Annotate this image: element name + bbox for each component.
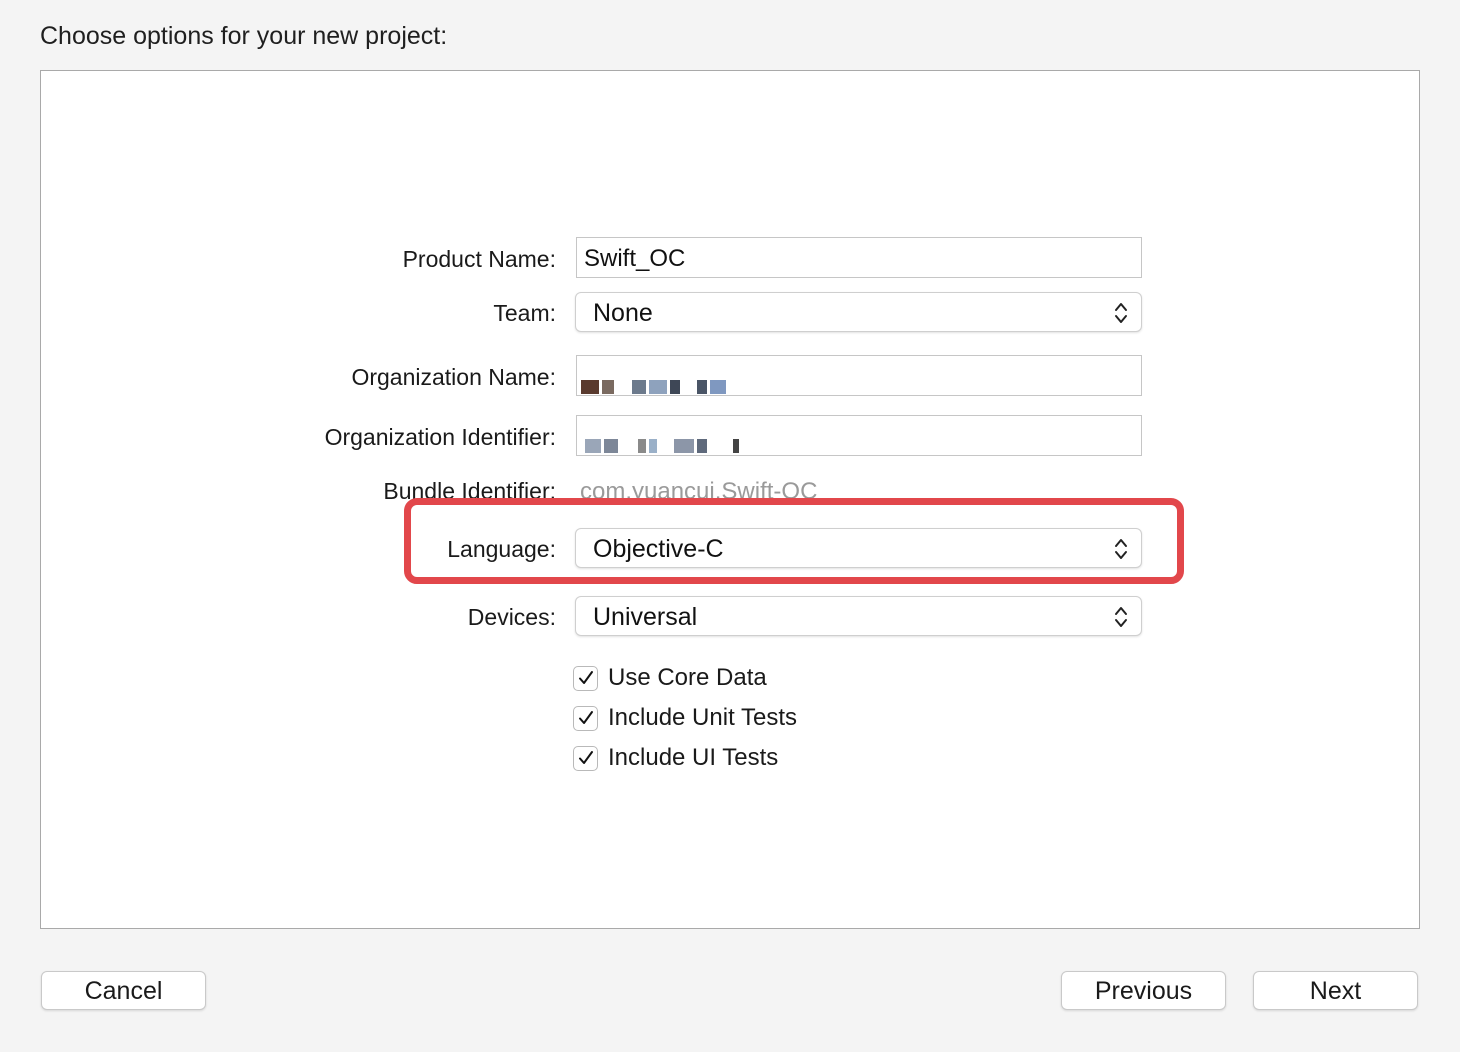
- use-core-data-label: Use Core Data: [608, 664, 767, 691]
- next-button[interactable]: Next: [1253, 971, 1418, 1010]
- checkmark-icon: [578, 711, 593, 724]
- up-down-chevron-icon: [1115, 303, 1127, 323]
- product-name-field[interactable]: Swift_OC: [576, 237, 1142, 278]
- organization-identifier-label: Organization Identifier:: [324, 424, 556, 450]
- use-core-data-option[interactable]: Use Core Data: [573, 663, 767, 693]
- organization-name-redacted: [581, 372, 729, 400]
- bundle-identifier-label: Bundle Identifier:: [383, 478, 556, 504]
- previous-button[interactable]: Previous: [1061, 971, 1226, 1010]
- devices-popup[interactable]: Universal: [575, 596, 1142, 636]
- language-popup[interactable]: Objective-C: [575, 528, 1142, 568]
- bundle-identifier-value: com.yuancui.Swift-OC: [580, 478, 818, 505]
- product-name-label: Product Name:: [402, 246, 556, 272]
- team-value: None: [593, 299, 653, 327]
- devices-value: Universal: [593, 603, 698, 631]
- page-heading: Choose options for your new project:: [40, 22, 448, 50]
- up-down-chevron-icon: [1115, 539, 1127, 559]
- devices-label: Devices:: [467, 604, 556, 630]
- cancel-button[interactable]: Cancel: [41, 971, 206, 1010]
- checkmark-icon: [578, 751, 593, 764]
- include-ui-tests-checkbox[interactable]: [573, 745, 598, 771]
- include-unit-tests-label: Include Unit Tests: [608, 704, 797, 731]
- include-ui-tests-option[interactable]: Include UI Tests: [573, 743, 778, 773]
- organization-identifier-redacted: [585, 431, 742, 459]
- organization-name-label: Organization Name:: [351, 364, 556, 390]
- organization-identifier-field[interactable]: [576, 415, 1142, 456]
- team-label: Team:: [493, 300, 556, 326]
- up-down-chevron-icon: [1115, 607, 1127, 627]
- product-name-value: Swift_OC: [584, 245, 686, 272]
- include-ui-tests-label: Include UI Tests: [608, 744, 779, 771]
- include-unit-tests-option[interactable]: Include Unit Tests: [573, 703, 797, 733]
- checkmark-icon: [578, 671, 593, 684]
- use-core-data-checkbox[interactable]: [573, 665, 598, 691]
- team-popup[interactable]: None: [575, 292, 1142, 332]
- language-value: Objective-C: [593, 535, 724, 563]
- include-unit-tests-checkbox[interactable]: [573, 705, 598, 731]
- language-label: Language:: [447, 536, 556, 562]
- organization-name-field[interactable]: [576, 355, 1142, 396]
